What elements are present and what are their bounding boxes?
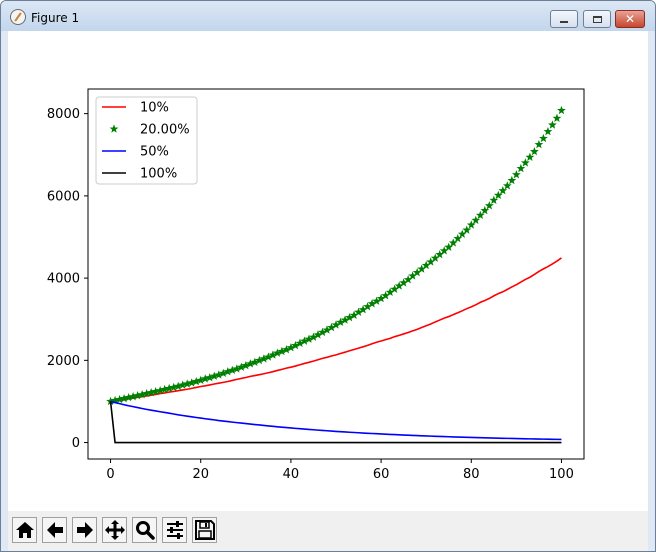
series-line-2 bbox=[110, 400, 562, 441]
figure-canvas[interactable]: 0 20 40 60 80 100 0 2000 4000 6000 8000 10% 20.00%… bbox=[8, 31, 648, 511]
home-icon bbox=[15, 522, 34, 538]
series-line-3 bbox=[109, 401, 562, 444]
data-point bbox=[530, 146, 539, 156]
matplotlib-app-icon bbox=[10, 9, 26, 25]
x-tick-label: 100 bbox=[549, 467, 574, 482]
data-point bbox=[552, 113, 562, 122]
navigation-toolbar bbox=[8, 511, 648, 551]
line-chart: 0 20 40 60 80 100 0 2000 4000 6000 8000 10% 20.00%… bbox=[47, 88, 585, 482]
y-tick-label: 6000 bbox=[47, 189, 80, 204]
minimize-button[interactable] bbox=[550, 10, 578, 28]
y-tick-label: 4000 bbox=[47, 272, 80, 287]
configure-subplots-button[interactable] bbox=[162, 517, 187, 543]
close-icon: ✕ bbox=[624, 12, 636, 26]
figure-window: Figure 1 ✕ 0 20 40 60 80 100 0 2000 4000 6000 800… bbox=[0, 0, 656, 552]
series-line-0 bbox=[110, 257, 562, 403]
arrow-left-icon bbox=[46, 522, 63, 538]
x-tick-label: 20 bbox=[192, 467, 209, 482]
data-point bbox=[548, 120, 557, 129]
pan-button[interactable] bbox=[102, 517, 127, 543]
minimize-icon bbox=[560, 21, 568, 23]
x-tick-label: 80 bbox=[463, 467, 480, 482]
close-button[interactable]: ✕ bbox=[615, 10, 645, 28]
back-button[interactable] bbox=[42, 517, 67, 543]
x-axis: 0 20 40 60 80 100 bbox=[106, 459, 574, 482]
legend-label: 10% bbox=[140, 101, 169, 116]
zoom-button[interactable] bbox=[132, 517, 157, 543]
data-point bbox=[539, 133, 548, 143]
arrow-right-icon bbox=[76, 522, 93, 538]
save-button[interactable] bbox=[192, 517, 217, 543]
sliders-icon bbox=[166, 521, 183, 539]
window-title: Figure 1 bbox=[31, 11, 80, 25]
data-point bbox=[543, 126, 553, 136]
floppy-disk-icon bbox=[194, 520, 215, 540]
x-tick-label: 0 bbox=[106, 467, 114, 482]
x-tick-label: 40 bbox=[283, 467, 300, 482]
data-point bbox=[557, 105, 566, 115]
y-axis: 0 2000 4000 6000 8000 bbox=[47, 107, 88, 451]
x-tick-label: 60 bbox=[373, 467, 390, 482]
y-tick-label: 0 bbox=[72, 436, 80, 451]
legend-label: 20.00% bbox=[140, 123, 190, 138]
home-button[interactable] bbox=[12, 517, 37, 543]
move-icon bbox=[104, 520, 125, 540]
legend-label: 50% bbox=[140, 145, 169, 160]
y-tick-label: 2000 bbox=[47, 354, 80, 369]
y-tick-label: 8000 bbox=[47, 107, 80, 122]
forward-button[interactable] bbox=[72, 517, 97, 543]
legend: 10% 20.00% 50% 100% bbox=[95, 96, 198, 185]
legend-label: 100% bbox=[140, 167, 177, 182]
maximize-icon bbox=[592, 15, 602, 23]
title-bar[interactable]: Figure 1 ✕ bbox=[1, 1, 655, 31]
maximize-button[interactable] bbox=[583, 10, 611, 28]
magnifier-icon bbox=[135, 521, 155, 540]
